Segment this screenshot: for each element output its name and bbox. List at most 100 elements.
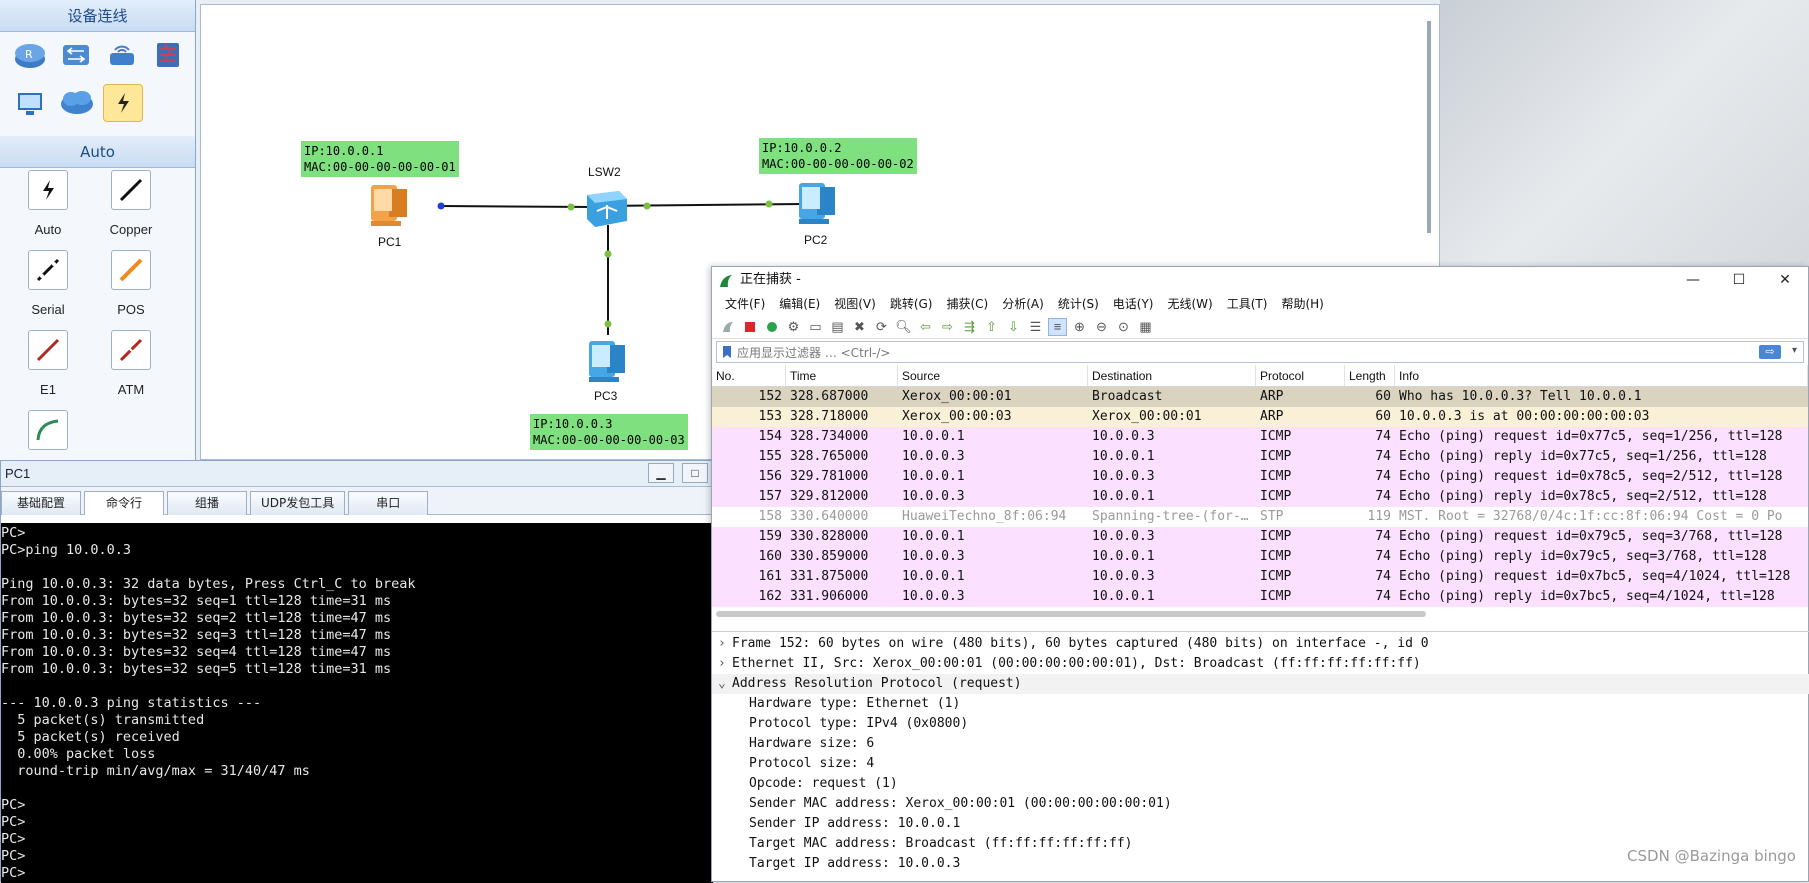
- packet-row[interactable]: 162 331.906000 10.0.0.3 10.0.0.1 ICMP 74 Echo …: [712, 587, 1808, 607]
- tab-serial[interactable]: 串口: [348, 491, 429, 515]
- cable-pos[interactable]: [111, 250, 151, 290]
- packet-cell-time: 330.640000: [790, 509, 869, 524]
- filter-dropdown-icon[interactable]: ▾: [1792, 345, 1797, 356]
- save-file-icon[interactable]: ▤: [828, 318, 847, 336]
- packet-row[interactable]: 154 328.734000 10.0.0.1 10.0.0.3 ICMP 74 Echo …: [712, 427, 1808, 447]
- packet-row[interactable]: 160 330.859000 10.0.0.3 10.0.0.1 ICMP 74 Echo …: [712, 547, 1808, 567]
- display-filter-input[interactable]: 应用显示过滤器 … <Ctrl-/>: [737, 344, 890, 361]
- packet-list-hscrollbar[interactable]: [716, 611, 1426, 617]
- cable-e1[interactable]: [28, 330, 68, 370]
- menu-analyze[interactable]: 分析(A): [995, 293, 1051, 315]
- packet-row[interactable]: 157 329.812000 10.0.0.3 10.0.0.1 ICMP 74 Echo …: [712, 487, 1808, 507]
- menu-telephony[interactable]: 电话(Y): [1106, 293, 1161, 315]
- maximize-button[interactable]: ☐: [1716, 267, 1762, 293]
- column-info[interactable]: Info: [1395, 365, 1808, 386]
- router-icon[interactable]: R: [12, 38, 48, 72]
- firewall-icon[interactable]: [150, 38, 186, 72]
- menu-edit[interactable]: 编辑(E): [772, 293, 827, 315]
- minimize-button[interactable]: ▁: [648, 463, 674, 483]
- column-destination[interactable]: Destination: [1088, 365, 1256, 386]
- go-last-icon[interactable]: ⇩: [1004, 318, 1023, 336]
- pc-icon[interactable]: [12, 86, 48, 120]
- start-capture-icon[interactable]: [718, 318, 737, 336]
- cable-ctl[interactable]: [28, 410, 68, 450]
- zoom-reset-icon[interactable]: ⊙: [1114, 318, 1133, 336]
- detail-line[interactable]: Hardware size: 6: [712, 734, 1809, 754]
- go-first-icon[interactable]: ⇧: [982, 318, 1001, 336]
- menu-view[interactable]: 视图(V): [827, 293, 883, 315]
- capture-options-icon[interactable]: ⚙: [784, 318, 803, 336]
- packet-row[interactable]: 161 331.875000 10.0.0.1 10.0.0.3 ICMP 74 Echo …: [712, 567, 1808, 587]
- wireless-icon[interactable]: [104, 38, 140, 72]
- close-file-icon[interactable]: ✖: [850, 318, 869, 336]
- zoom-out-icon[interactable]: ⊖: [1092, 318, 1111, 336]
- cable-serial[interactable]: [28, 250, 68, 290]
- menu-wireless[interactable]: 无线(W): [1161, 293, 1220, 315]
- menu-go[interactable]: 跳转(G): [883, 293, 940, 315]
- detail-line[interactable]: Opcode: request (1): [712, 774, 1809, 794]
- column-length[interactable]: Length: [1345, 365, 1395, 386]
- pc1-device[interactable]: [363, 179, 417, 238]
- pc2-device[interactable]: [789, 177, 843, 236]
- resize-columns-icon[interactable]: ▦: [1136, 318, 1155, 336]
- colorize-icon[interactable]: ≡: [1048, 317, 1067, 336]
- tab-multicast[interactable]: 组播: [167, 491, 247, 515]
- detail-line[interactable]: ⌄ Address Resolution Protocol (request): [712, 674, 1809, 694]
- detail-line[interactable]: › Ethernet II, Src: Xerox_00:00:01 (00:0…: [712, 654, 1809, 674]
- canvas-scrollbar[interactable]: [1427, 21, 1431, 233]
- menu-help[interactable]: 帮助(H): [1274, 293, 1330, 315]
- open-file-icon[interactable]: ▭: [806, 318, 825, 336]
- restart-capture-icon[interactable]: [762, 318, 781, 336]
- stop-capture-icon[interactable]: [740, 318, 759, 336]
- column-protocol[interactable]: Protocol: [1256, 365, 1345, 386]
- cloud-icon[interactable]: [58, 86, 94, 120]
- detail-line[interactable]: › Frame 152: 60 bytes on wire (480 bits)…: [712, 634, 1809, 654]
- find-packet-icon[interactable]: 🔍︎: [894, 318, 913, 336]
- packet-row[interactable]: 155 328.765000 10.0.0.3 10.0.0.1 ICMP 74 Echo …: [712, 447, 1808, 467]
- tab-udp-tool[interactable]: UDP发包工具: [250, 491, 346, 515]
- display-filter-bar[interactable]: 应用显示过滤器 … <Ctrl-/> ⇨ ▾ +: [716, 341, 1804, 363]
- bookmark-icon[interactable]: [721, 345, 733, 359]
- packet-row[interactable]: 156 329.781000 10.0.0.1 10.0.0.3 ICMP 74 Echo …: [712, 467, 1808, 487]
- cable-atm[interactable]: [111, 330, 151, 370]
- lsw2-device[interactable]: [581, 185, 631, 236]
- go-forward-icon[interactable]: ⇨: [938, 318, 957, 336]
- expand-chevron-right-icon[interactable]: ›: [718, 654, 732, 674]
- reload-icon[interactable]: ⟳: [872, 318, 891, 336]
- detail-line[interactable]: Protocol type: IPv4 (0x0800): [712, 714, 1809, 734]
- cable-auto[interactable]: [28, 170, 68, 210]
- expand-chevron-right-icon[interactable]: ›: [718, 634, 732, 654]
- autoscroll-icon[interactable]: ☰: [1026, 318, 1045, 336]
- packet-row[interactable]: 158 330.640000 HuaweiTechno_8f:06:94 Spanni…: [712, 507, 1808, 527]
- tab-basic-config[interactable]: 基础配置: [1, 491, 81, 515]
- packet-row[interactable]: 159 330.828000 10.0.0.1 10.0.0.3 ICMP 74 Echo …: [712, 527, 1808, 547]
- connection-icon[interactable]: [103, 84, 143, 122]
- packet-row[interactable]: 153 328.718000 Xerox_00:00:03 Xerox_00:00:0…: [712, 407, 1808, 427]
- detail-line[interactable]: Sender IP address: 10.0.0.1: [712, 814, 1809, 834]
- zoom-in-icon[interactable]: ⊕: [1070, 318, 1089, 336]
- detail-line[interactable]: Sender MAC address: Xerox_00:00:01 (00:0…: [712, 794, 1809, 814]
- tab-command-line[interactable]: 命令行: [84, 491, 164, 515]
- go-to-packet-icon[interactable]: ⇶: [960, 318, 979, 336]
- close-button[interactable]: ✕: [1762, 267, 1808, 293]
- cable-copper[interactable]: [111, 170, 151, 210]
- expand-chevron-down-icon[interactable]: ⌄: [718, 674, 732, 694]
- packet-cell-len: 74: [1375, 529, 1391, 544]
- detail-line[interactable]: Protocol size: 4: [712, 754, 1809, 774]
- column-no[interactable]: No.: [712, 365, 786, 386]
- go-back-icon[interactable]: ⇦: [916, 318, 935, 336]
- detail-line[interactable]: Hardware type: Ethernet (1): [712, 694, 1809, 714]
- command-line-console[interactable]: PC> PC>ping 10.0.0.3 Ping 10.0.0.3: 32 dat…: [1, 523, 713, 883]
- menu-statistics[interactable]: 统计(S): [1051, 293, 1106, 315]
- minimize-button[interactable]: —: [1670, 267, 1716, 293]
- pc3-device[interactable]: [579, 335, 633, 394]
- maximize-button[interactable]: □: [682, 463, 708, 483]
- menu-file[interactable]: 文件(F): [718, 293, 772, 315]
- column-source[interactable]: Source: [898, 365, 1088, 386]
- menu-capture[interactable]: 捕获(C): [939, 293, 995, 315]
- column-time[interactable]: Time: [786, 365, 898, 386]
- menu-tools[interactable]: 工具(T): [1220, 293, 1275, 315]
- packet-row[interactable]: 152 328.687000 Xerox_00:00:01 Broadcast ARP 6…: [712, 387, 1808, 407]
- switch-icon[interactable]: [58, 38, 94, 72]
- apply-filter-arrow-icon[interactable]: ⇨: [1759, 345, 1781, 359]
